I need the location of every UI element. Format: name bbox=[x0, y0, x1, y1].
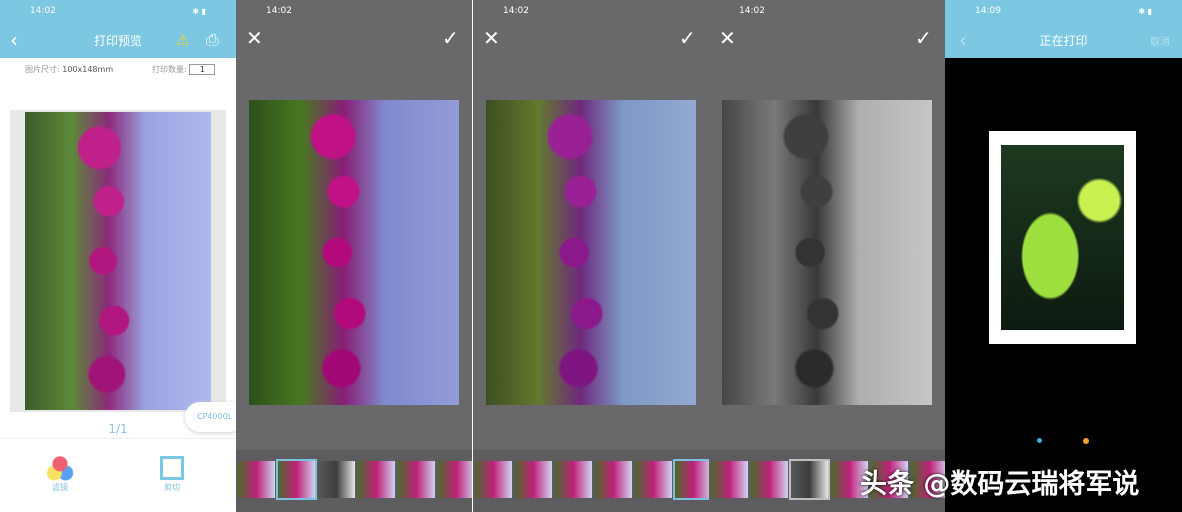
watermark: 头条 @数码云瑞将军说 bbox=[860, 469, 1140, 500]
printing-screen: 14:09 ✱ ▮ ‹ 正在打印 取消 bbox=[945, 0, 1182, 512]
close-icon[interactable]: ✕ bbox=[719, 26, 736, 50]
status-bar: 14:02 bbox=[503, 6, 529, 16]
filter-thumb[interactable] bbox=[358, 461, 395, 498]
filter-thumb[interactable] bbox=[711, 461, 748, 498]
filter-strip[interactable] bbox=[236, 450, 472, 512]
status-bar: 14:02 bbox=[739, 6, 765, 16]
filter-editor-3: 14:02 ✕ ✓ bbox=[709, 0, 945, 512]
photo-preview bbox=[486, 100, 696, 405]
page-indicator: 1/1 bbox=[108, 422, 128, 436]
quantity-input[interactable]: 1 bbox=[189, 64, 216, 75]
page-title: 打印预览 bbox=[93, 33, 142, 48]
warning-icon[interactable]: ⚠ bbox=[176, 31, 189, 49]
check-icon[interactable]: ✓ bbox=[679, 26, 696, 50]
crop-button[interactable]: 剪切 bbox=[160, 456, 184, 493]
progress-dot bbox=[1083, 438, 1089, 444]
filter-thumb[interactable] bbox=[555, 461, 592, 498]
printer-icon[interactable]: ⎙ bbox=[206, 30, 219, 50]
back-icon[interactable]: ‹ bbox=[10, 28, 18, 52]
filter-thumb[interactable] bbox=[635, 461, 672, 498]
progress-dot bbox=[1037, 438, 1042, 443]
page-title: 正在打印 bbox=[1039, 33, 1088, 48]
close-icon[interactable]: ✕ bbox=[246, 26, 263, 50]
cancel-button[interactable]: 取消 bbox=[1150, 33, 1170, 48]
print-preview-screen: 14:02 ✱ ▮ ‹ 打印预览 ⚠ ⎙ 图片尺寸: 100x148mm 打印数量… bbox=[0, 0, 236, 512]
filter-thumb[interactable] bbox=[438, 461, 472, 498]
status-bar: 14:09 ✱ ▮ bbox=[945, 0, 1182, 22]
crop-icon bbox=[160, 456, 184, 480]
filter-thumb[interactable] bbox=[475, 461, 512, 498]
lotus-photo bbox=[1001, 145, 1124, 330]
filter-thumb[interactable] bbox=[318, 461, 355, 498]
filter-thumb[interactable] bbox=[595, 461, 632, 498]
check-icon[interactable]: ✓ bbox=[915, 26, 932, 50]
close-icon[interactable]: ✕ bbox=[483, 26, 500, 50]
filter-thumb[interactable] bbox=[276, 459, 317, 500]
header: ‹ 打印预览 ⚠ ⎙ bbox=[0, 22, 236, 58]
filter-thumb[interactable] bbox=[515, 461, 552, 498]
photo-preview bbox=[249, 100, 459, 405]
filter-thumb[interactable] bbox=[673, 459, 709, 500]
print-preview-card bbox=[989, 131, 1136, 344]
filter-thumb[interactable] bbox=[398, 461, 435, 498]
filter-editor-1: 14:02 ✕ ✓ bbox=[236, 0, 472, 512]
back-icon[interactable]: ‹ bbox=[959, 28, 967, 52]
filter-button[interactable]: 滤镜 bbox=[46, 456, 74, 493]
quantity: 打印数量: 1 bbox=[152, 64, 216, 75]
filter-thumb[interactable] bbox=[789, 459, 830, 500]
filter-icon bbox=[46, 456, 74, 482]
filter-thumb[interactable] bbox=[751, 461, 788, 498]
status-bar: 14:02 bbox=[266, 6, 292, 16]
status-bar: 14:02 ✱ ▮ bbox=[0, 0, 236, 22]
size-info: 图片尺寸: 100x148mm bbox=[25, 65, 114, 74]
photo-preview bbox=[722, 100, 932, 405]
photo-preview bbox=[25, 112, 211, 410]
filter-editor-2: 14:02 ✕ ✓ bbox=[473, 0, 709, 512]
filter-strip[interactable] bbox=[473, 450, 709, 512]
check-icon[interactable]: ✓ bbox=[442, 26, 459, 50]
header: ‹ 正在打印 取消 bbox=[945, 22, 1182, 58]
filter-thumb[interactable] bbox=[238, 461, 275, 498]
